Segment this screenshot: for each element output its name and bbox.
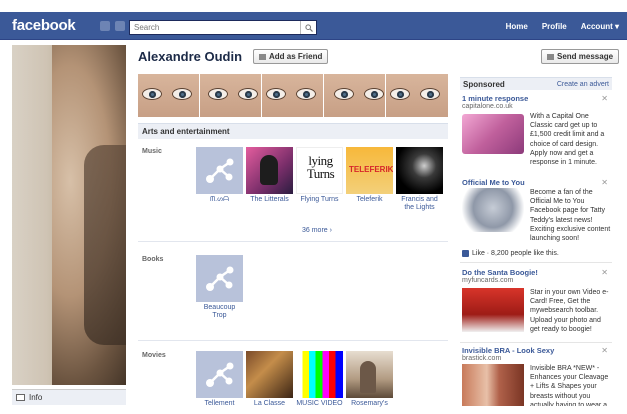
movies-label: Movies	[142, 352, 166, 359]
music-tile[interactable]: ᗰ.ᔕᗩ	[196, 147, 243, 204]
nav-profile[interactable]: Profile	[542, 22, 567, 31]
book-tile[interactable]: Beaucoup Trop	[196, 255, 243, 321]
ad-body: Star in your own Video e-Card! Free, Get…	[530, 289, 609, 333]
ad-url: myfuncards.com	[462, 277, 514, 284]
arts-section-header: Arts and entertainment	[138, 123, 448, 139]
thumbs-up-icon	[462, 250, 469, 257]
santa-image	[462, 288, 524, 332]
tile-caption: La Classe	[253, 400, 286, 407]
color-bars-image	[296, 351, 343, 398]
tile-caption: Tellement	[204, 400, 235, 407]
close-icon[interactable]: ✕	[601, 346, 608, 355]
strip-photo[interactable]	[262, 74, 323, 117]
music-label: Music	[142, 148, 162, 155]
tile-caption: MUSIC VIDEO	[296, 400, 343, 407]
music-tile[interactable]: The Litterals	[246, 147, 293, 204]
ad-title[interactable]: Invisible BRA - Look Sexy	[462, 346, 612, 355]
movie-tile[interactable]: Tellement	[196, 351, 243, 408]
ad-body: Invisible BRA *NEW* - Enhances your Clea…	[530, 365, 609, 406]
ad-title[interactable]: Official Me to You	[462, 178, 612, 187]
ad-me-to-you[interactable]: Official Me to You ✕ Become a fan of the…	[462, 178, 612, 262]
movie-poster	[246, 351, 293, 398]
strip-photo[interactable]	[386, 74, 448, 117]
search-box	[129, 20, 317, 35]
messages-icon[interactable]	[115, 21, 125, 31]
ad-invisible-bra[interactable]: Invisible BRA - Look Sexy brastick.com ✕…	[462, 346, 612, 406]
tile-caption: Flying Turns	[300, 196, 339, 203]
top-nav: Home Profile Account ▾	[506, 22, 619, 31]
tile-caption: ᗰ.ᔕᗩ	[210, 196, 229, 203]
album-art	[396, 147, 443, 194]
page-placeholder-icon	[196, 255, 243, 302]
tile-caption: The Litterals	[250, 196, 289, 203]
profile-picture[interactable]	[12, 45, 126, 385]
page-placeholder-icon	[196, 351, 243, 398]
add-friend-button[interactable]: Add as Friend	[253, 49, 329, 64]
strip-photo[interactable]	[200, 74, 261, 117]
credit-card-image	[462, 114, 524, 154]
search-input[interactable]	[130, 21, 298, 34]
divider	[138, 241, 448, 242]
ad-body: With a Capital One Classic card get up t…	[530, 113, 605, 167]
movie-poster	[346, 351, 393, 398]
ad-photo	[462, 364, 524, 406]
close-icon[interactable]: ✕	[601, 94, 608, 103]
photo-strip	[138, 74, 448, 117]
album-art: TELEFERIK	[346, 147, 393, 194]
profile-name: Alexandre Oudin	[138, 49, 243, 64]
album-art	[246, 147, 293, 194]
strip-photo[interactable]	[138, 74, 199, 117]
strip-photo[interactable]	[324, 74, 385, 117]
ad-url: capitalone.co.uk	[462, 103, 513, 110]
send-message-button[interactable]: Send message	[541, 49, 620, 64]
info-icon	[16, 394, 25, 401]
magnifier-icon	[304, 23, 313, 32]
ad-like-row[interactable]: Like · 8,200 people like this.	[462, 250, 559, 257]
movie-tile[interactable]: Rosemary's	[346, 351, 393, 408]
facebook-logo[interactable]: facebook	[12, 17, 76, 34]
friend-requests-icon[interactable]	[100, 21, 110, 31]
divider	[460, 342, 612, 343]
books-label: Books	[142, 256, 164, 263]
music-tile[interactable]: TELEFERIK Teleferik	[346, 147, 393, 204]
music-tile[interactable]: lying Turns Flying Turns	[296, 147, 343, 204]
ad-body: Become a fan of the Official Me to You F…	[530, 189, 611, 243]
divider	[138, 340, 448, 341]
close-icon[interactable]: ✕	[601, 268, 608, 277]
add-friend-icon	[259, 53, 266, 60]
movie-tile[interactable]: La Classe	[246, 351, 293, 408]
music-more-link[interactable]: 36 more ›	[302, 227, 332, 234]
ad-capital-one[interactable]: 1 minute response capitalone.co.uk ✕ Wit…	[462, 94, 612, 174]
ad-url: brastick.com	[462, 355, 502, 362]
tile-caption: Rosemary's	[351, 400, 388, 407]
teddy-bear-image	[462, 188, 524, 232]
page-placeholder-icon	[196, 147, 243, 194]
info-label: Info	[29, 393, 43, 402]
ad-title[interactable]: Do the Santa Boogie!	[462, 268, 612, 277]
message-icon	[547, 53, 554, 60]
sponsored-title: Sponsored	[463, 79, 505, 89]
divider	[460, 262, 612, 263]
tile-caption: Beaucoup Trop	[203, 304, 236, 320]
tile-caption: Francis and the Lights	[401, 196, 438, 212]
close-icon[interactable]: ✕	[601, 178, 608, 187]
nav-account[interactable]: Account ▾	[581, 22, 619, 31]
add-friend-label: Add as Friend	[269, 52, 323, 61]
send-message-label: Send message	[557, 52, 614, 61]
search-button[interactable]	[300, 21, 316, 34]
music-tile[interactable]: Francis and the Lights	[396, 147, 443, 213]
info-tab[interactable]: Info	[12, 389, 126, 405]
create-ad-link[interactable]: Create an advert	[557, 81, 609, 88]
album-art: lying Turns	[296, 147, 343, 194]
movie-tile[interactable]: MUSIC VIDEO	[296, 351, 343, 408]
tile-caption: Teleferik	[356, 196, 383, 203]
ad-santa-boogie[interactable]: Do the Santa Boogie! myfuncards.com ✕ St…	[462, 268, 612, 342]
ad-title[interactable]: 1 minute response	[462, 94, 612, 103]
nav-home[interactable]: Home	[506, 22, 528, 31]
like-text: Like · 8,200 people like this.	[472, 250, 559, 257]
top-bar: facebook Home Profile Account ▾	[0, 12, 627, 40]
sponsored-header: Sponsored Create an advert	[460, 77, 612, 90]
